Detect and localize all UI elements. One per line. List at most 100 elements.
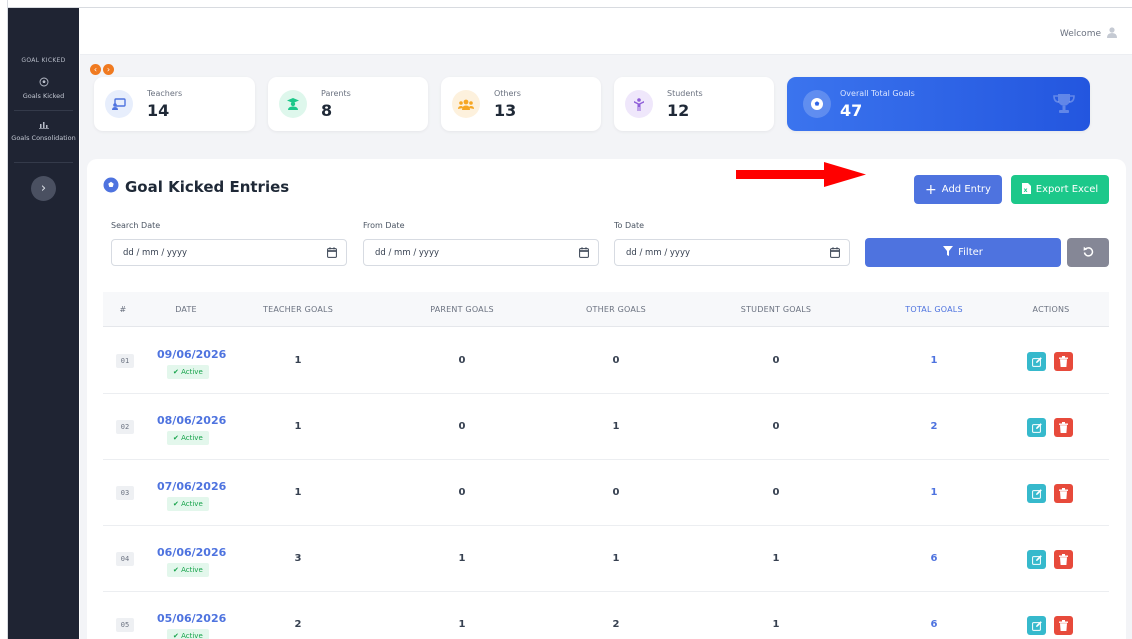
cell-other-goals: 1 xyxy=(612,421,620,432)
cell-teacher-goals: 1 xyxy=(294,421,302,432)
export-excel-button[interactable]: x Export Excel xyxy=(1011,175,1109,204)
row-date-link[interactable]: 08/06/2026 xyxy=(157,414,226,427)
main-content: Welcome ‹ › Teachers 14 Parents 8 Others… xyxy=(80,8,1132,639)
status-text: Active xyxy=(181,632,203,639)
status-text: Active xyxy=(181,434,203,442)
cell-total-goals: 6 xyxy=(930,619,938,630)
column-header: TOTAL GOALS xyxy=(905,305,963,314)
row-number: 05 xyxy=(116,618,134,632)
add-entry-button[interactable]: + Add Entry xyxy=(914,175,1002,204)
cell-student-goals: 0 xyxy=(772,355,780,366)
row-date-link[interactable]: 07/06/2026 xyxy=(157,480,226,493)
cell-teacher-goals: 3 xyxy=(294,553,302,564)
row-number: 02 xyxy=(116,420,134,434)
stat-value: 14 xyxy=(147,101,170,120)
chalkboard-teacher-icon xyxy=(105,90,133,118)
reset-filter-button[interactable] xyxy=(1067,238,1109,267)
stat-value: 47 xyxy=(840,101,863,120)
calendar-icon[interactable] xyxy=(327,247,337,261)
column-header: DATE xyxy=(175,305,197,314)
table-row: 05 05/06/2026 ✔ Active 2 1 2 1 6 xyxy=(103,592,1109,639)
page-title: Goal Kicked Entries xyxy=(103,177,289,197)
check-icon: ✔ xyxy=(173,500,182,508)
calendar-icon[interactable] xyxy=(579,247,589,261)
status-text: Active xyxy=(181,368,203,376)
undo-icon xyxy=(1083,246,1094,260)
funnel-icon xyxy=(943,246,954,259)
row-date-link[interactable]: 05/06/2026 xyxy=(157,612,226,625)
stat-card-students: Students 12 xyxy=(614,77,774,131)
check-icon: ✔ xyxy=(173,434,182,442)
sidebar-item-label: Goals Consolidation xyxy=(11,134,76,142)
from-date-value: dd / mm / yyyy xyxy=(375,247,440,258)
table-row: 04 06/06/2026 ✔ Active 3 1 1 1 6 xyxy=(103,526,1109,592)
child-icon xyxy=(625,90,653,118)
column-header: TEACHER GOALS xyxy=(263,305,333,314)
cell-student-goals: 0 xyxy=(772,421,780,432)
filter-button[interactable]: Filter xyxy=(865,238,1061,267)
soccer-ball-icon xyxy=(103,177,119,197)
edit-button[interactable] xyxy=(1027,484,1046,503)
table-row: 02 08/06/2026 ✔ Active 1 0 1 0 2 xyxy=(103,394,1109,460)
table-header: # DATE TEACHER GOALS PARENT GOALS OTHER … xyxy=(103,292,1109,327)
file-excel-icon: x xyxy=(1021,182,1031,197)
edit-button[interactable] xyxy=(1027,418,1046,437)
arrow-right-icon[interactable]: › xyxy=(103,64,114,75)
page-title-text: Goal Kicked Entries xyxy=(125,178,290,196)
user-graduate-icon xyxy=(279,90,307,118)
delete-button[interactable] xyxy=(1054,550,1073,569)
sidebar-divider xyxy=(14,162,73,163)
cell-parent-goals: 0 xyxy=(458,487,466,498)
nav-arrows: ‹ › xyxy=(90,64,114,75)
stat-label: Students xyxy=(667,89,703,98)
delete-button[interactable] xyxy=(1054,418,1073,437)
sidebar-item-goals-consolidation[interactable]: Goals Consolidation xyxy=(8,120,79,143)
row-date-link[interactable]: 09/06/2026 xyxy=(157,348,226,361)
edit-button[interactable] xyxy=(1027,550,1046,569)
search-date-input[interactable]: dd / mm / yyyy xyxy=(111,239,347,266)
edit-button[interactable] xyxy=(1027,616,1046,635)
plus-icon: + xyxy=(925,181,937,198)
trash-icon xyxy=(1059,616,1068,635)
sidebar-item-goals-kicked[interactable]: Goals Kicked xyxy=(8,77,79,101)
edit-button[interactable] xyxy=(1027,352,1046,371)
window-frame-top xyxy=(0,0,1132,8)
cell-total-goals: 2 xyxy=(930,421,938,432)
cell-student-goals: 1 xyxy=(772,619,780,630)
cell-parent-goals: 1 xyxy=(458,553,466,564)
check-icon: ✔ xyxy=(173,632,182,639)
user-icon xyxy=(1106,26,1118,41)
bar-chart-icon xyxy=(8,120,79,132)
from-date-input[interactable]: dd / mm / yyyy xyxy=(363,239,599,266)
stat-value: 12 xyxy=(667,101,690,120)
edit-icon xyxy=(1031,484,1042,503)
to-date-label: To Date xyxy=(614,221,645,230)
to-date-input[interactable]: dd / mm / yyyy xyxy=(614,239,850,266)
stat-value: 13 xyxy=(494,101,517,120)
row-number: 04 xyxy=(116,552,134,566)
cell-other-goals: 2 xyxy=(612,619,620,630)
cell-teacher-goals: 1 xyxy=(294,487,302,498)
stat-value: 8 xyxy=(321,101,333,120)
cell-other-goals: 0 xyxy=(612,487,620,498)
welcome-user-menu[interactable]: Welcome xyxy=(1060,26,1118,41)
from-date-label: From Date xyxy=(363,221,405,230)
sidebar-brand: GOAL KICKED xyxy=(21,57,66,64)
arrow-left-icon[interactable]: ‹ xyxy=(90,64,101,75)
row-number: 01 xyxy=(116,354,134,368)
table-row: 03 07/06/2026 ✔ Active 1 0 0 0 1 xyxy=(103,460,1109,526)
soccer-ball-icon xyxy=(8,77,79,90)
sidebar-toggle-button[interactable]: › xyxy=(31,176,56,201)
table-row: 01 09/06/2026 ✔ Active 1 0 0 0 1 xyxy=(103,328,1109,394)
row-date-link[interactable]: 06/06/2026 xyxy=(157,546,226,559)
check-icon: ✔ xyxy=(173,566,182,574)
calendar-icon[interactable] xyxy=(830,247,840,261)
delete-button[interactable] xyxy=(1054,352,1073,371)
cell-other-goals: 1 xyxy=(612,553,620,564)
delete-button[interactable] xyxy=(1054,616,1073,635)
delete-button[interactable] xyxy=(1054,484,1073,503)
stat-label: Teachers xyxy=(147,89,183,98)
column-header: OTHER GOALS xyxy=(586,305,646,314)
column-header: # xyxy=(119,305,127,314)
cell-parent-goals: 0 xyxy=(458,421,466,432)
